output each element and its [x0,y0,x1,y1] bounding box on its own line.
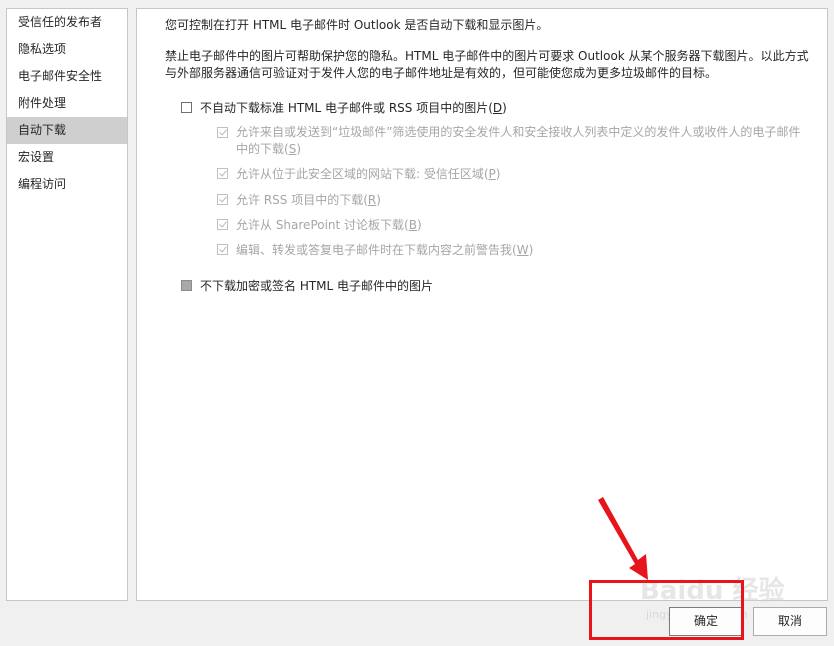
description-line: 禁止电子邮件中的图片可帮助保护您的隐私。HTML 电子邮件中的图片可要求 Out… [165,49,809,63]
category-nav: 受信任的发布者 隐私选项 电子邮件安全性 附件处理 自动下载 宏设置 编程访问 [6,8,128,601]
encrypted-images-option[interactable]: 不下载加密或签名 HTML 电子邮件中的图片 [181,277,433,294]
intro-text: 您可控制在打开 HTML 电子邮件时 Outlook 是否自动下载和显示图片。 [165,18,549,32]
cancel-button[interactable]: 取消 [753,607,827,636]
nav-item-macro-settings[interactable]: 宏设置 [7,144,127,171]
nav-item-trusted-publishers[interactable]: 受信任的发布者 [7,9,127,36]
trusted-zone-checkbox[interactable] [217,168,228,179]
nav-item-automatic-download[interactable]: 自动下载 [7,117,127,144]
sharepoint-download-label: 允许从 SharePoint 讨论板下载(B) [236,218,422,232]
warn-before-download-label: 编辑、转发或答复电子邮件时在下载内容之前警告我(W) [236,243,534,257]
safe-senders-checkbox[interactable] [217,127,228,138]
sharepoint-download-option[interactable]: 允许从 SharePoint 讨论板下载(B) [217,216,422,233]
rss-download-checkbox[interactable] [217,194,228,205]
rss-download-option[interactable]: 允许 RSS 项目中的下载(R) [217,191,381,208]
safe-senders-option[interactable]: 允许来自或发送到“垃圾邮件”筛选使用的安全发件人和安全接收人列表中定义的发件人或… [217,124,812,158]
trusted-zone-option[interactable]: 允许从位于此安全区域的网站下载: 受信任区域(P) [217,165,500,182]
description-line: 与外部服务器通信可验证对于发件人您的电子邮件地址是有效的，但可能使您成为更多垃圾… [165,66,718,80]
warn-before-download-option[interactable]: 编辑、转发或答复电子邮件时在下载内容之前警告我(W) [217,241,533,258]
no-auto-download-checkbox[interactable] [181,102,192,113]
sharepoint-download-checkbox[interactable] [217,219,228,230]
nav-item-programmatic-access[interactable]: 编程访问 [7,171,127,198]
encrypted-images-checkbox[interactable] [181,280,192,291]
trusted-zone-label: 允许从位于此安全区域的网站下载: 受信任区域(P) [236,167,501,181]
rss-download-label: 允许 RSS 项目中的下载(R) [236,193,381,207]
encrypted-images-label: 不下载加密或签名 HTML 电子邮件中的图片 [200,279,434,293]
safe-senders-label: 允许来自或发送到“垃圾邮件”筛选使用的安全发件人和安全接收人列表中定义的发件人或… [236,125,801,156]
no-auto-download-option[interactable]: 不自动下载标准 HTML 电子邮件或 RSS 项目中的图片(D) [181,99,507,116]
nav-item-attachment-handling[interactable]: 附件处理 [7,90,127,117]
nav-item-privacy-options[interactable]: 隐私选项 [7,36,127,63]
description-text: 禁止电子邮件中的图片可帮助保护您的隐私。HTML 电子邮件中的图片可要求 Out… [165,48,813,82]
warn-before-download-checkbox[interactable] [217,244,228,255]
no-auto-download-label: 不自动下载标准 HTML 电子邮件或 RSS 项目中的图片(D) [200,101,507,115]
settings-panel: 您可控制在打开 HTML 电子邮件时 Outlook 是否自动下载和显示图片。 … [136,8,828,601]
ok-button[interactable]: 确定 [669,607,743,636]
nav-item-email-security[interactable]: 电子邮件安全性 [7,63,127,90]
